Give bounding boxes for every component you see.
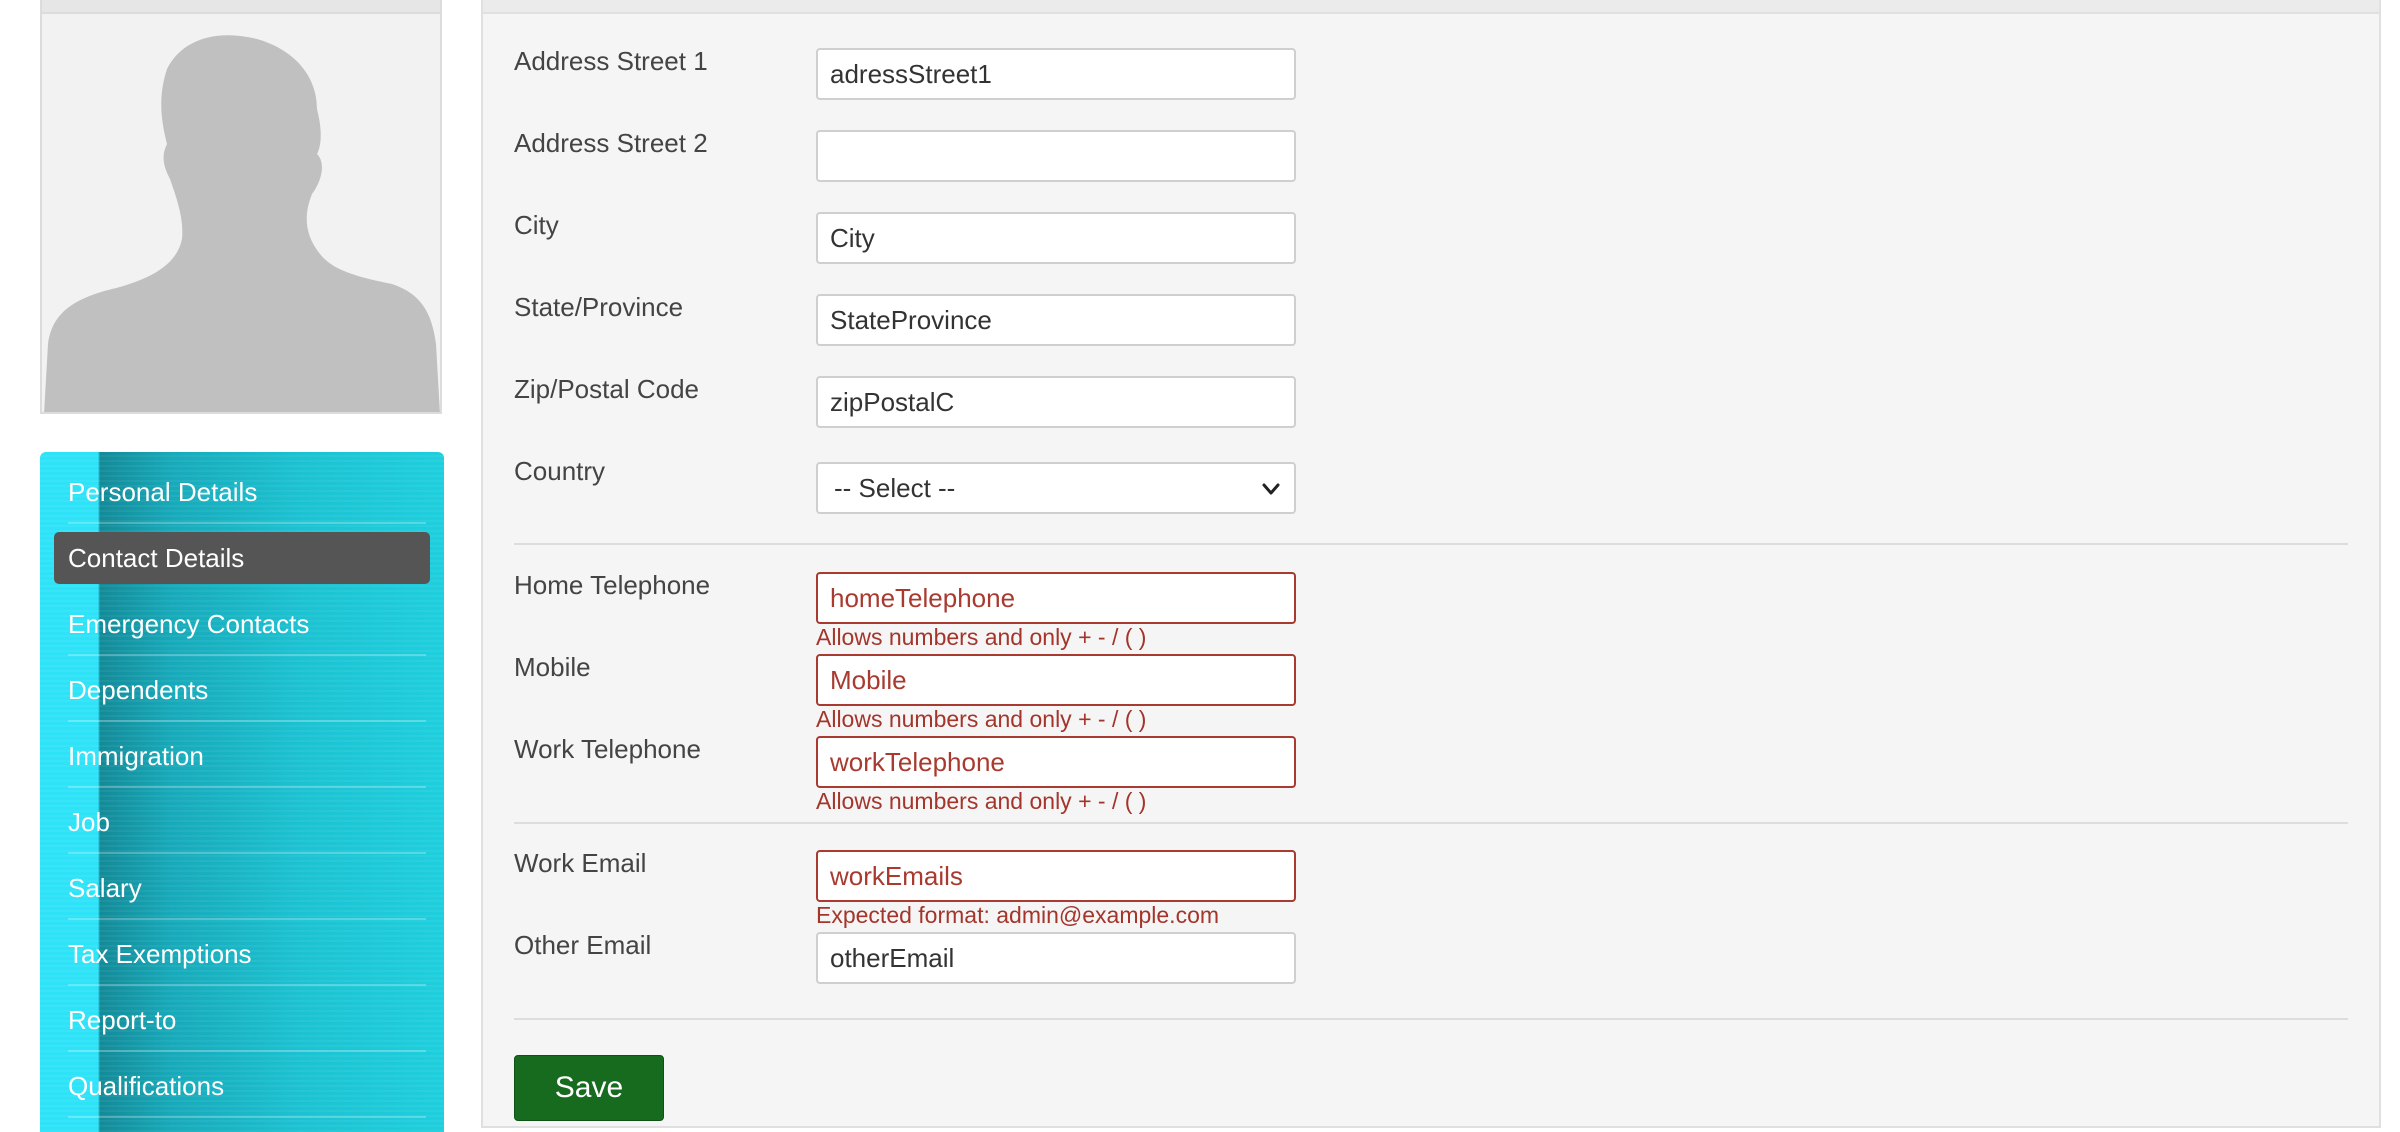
sidebar-item-dependents[interactable]: Dependents — [54, 664, 430, 722]
work-email-input[interactable] — [816, 850, 1296, 902]
work-telephone-input[interactable] — [816, 736, 1296, 788]
section-divider-telephone — [514, 822, 2348, 824]
section-divider-address — [514, 543, 2348, 545]
country-selected-value: -- Select -- — [834, 473, 956, 503]
sidebar-item-salary[interactable]: Salary — [54, 862, 430, 920]
other-email-label: Other Email — [514, 930, 652, 960]
sidebar-item-report-to[interactable]: Report-to — [54, 994, 430, 1052]
address-street-1-input[interactable] — [816, 48, 1296, 100]
panel-header-bar — [483, 0, 2379, 14]
country-label: Country — [514, 456, 606, 486]
home-telephone-input[interactable] — [816, 572, 1296, 624]
avatar-silhouette-icon — [44, 35, 440, 412]
address-street-1-label: Address Street 1 — [514, 46, 708, 76]
sidebar-item-emergency-contacts[interactable]: Emergency Contacts — [54, 598, 430, 656]
sidebar-item-job[interactable]: Job — [54, 796, 430, 854]
sidebar-item-tax-exemptions[interactable]: Tax Exemptions — [54, 928, 430, 986]
home-telephone-label: Home Telephone — [514, 570, 711, 600]
work-email-error: Expected format: admin@example.com — [816, 902, 1220, 928]
city-input[interactable] — [816, 212, 1296, 264]
zip-postal-code-label: Zip/Postal Code — [514, 374, 699, 404]
city-label: City — [514, 210, 559, 240]
save-button[interactable]: Save — [514, 1055, 664, 1121]
sidebar-item-contact-details[interactable]: Contact Details — [54, 532, 430, 584]
address-street-2-label: Address Street 2 — [514, 128, 708, 158]
other-email-input[interactable] — [816, 932, 1296, 984]
state-province-label: State/Province — [514, 292, 684, 322]
mobile-error: Allows numbers and only + - / ( ) — [816, 706, 1147, 732]
work-email-label: Work Email — [514, 848, 647, 878]
mobile-input[interactable] — [816, 654, 1296, 706]
country-select[interactable]: -- Select -- — [816, 462, 1296, 514]
home-telephone-error: Allows numbers and only + - / ( ) — [816, 624, 1147, 650]
contact-details-form-panel — [481, 0, 2381, 1128]
address-street-2-input[interactable] — [816, 130, 1296, 182]
sidebar-item-personal-details[interactable]: Personal Details — [54, 466, 430, 524]
sidebar-item-immigration[interactable]: Immigration — [54, 730, 430, 788]
employee-sidebar-nav: Personal Details Contact Details Emergen… — [40, 452, 444, 1132]
state-province-input[interactable] — [816, 294, 1296, 346]
photo-header-bar — [42, 0, 440, 14]
work-telephone-error: Allows numbers and only + - / ( ) — [816, 788, 1147, 814]
zip-postal-code-input[interactable] — [816, 376, 1296, 428]
mobile-label: Mobile — [514, 652, 591, 682]
section-divider-email — [514, 1018, 2348, 1020]
profile-photo[interactable] — [40, 0, 442, 414]
sidebar-item-qualifications[interactable]: Qualifications — [54, 1060, 430, 1118]
chevron-down-icon — [1262, 483, 1280, 495]
work-telephone-label: Work Telephone — [514, 734, 701, 764]
